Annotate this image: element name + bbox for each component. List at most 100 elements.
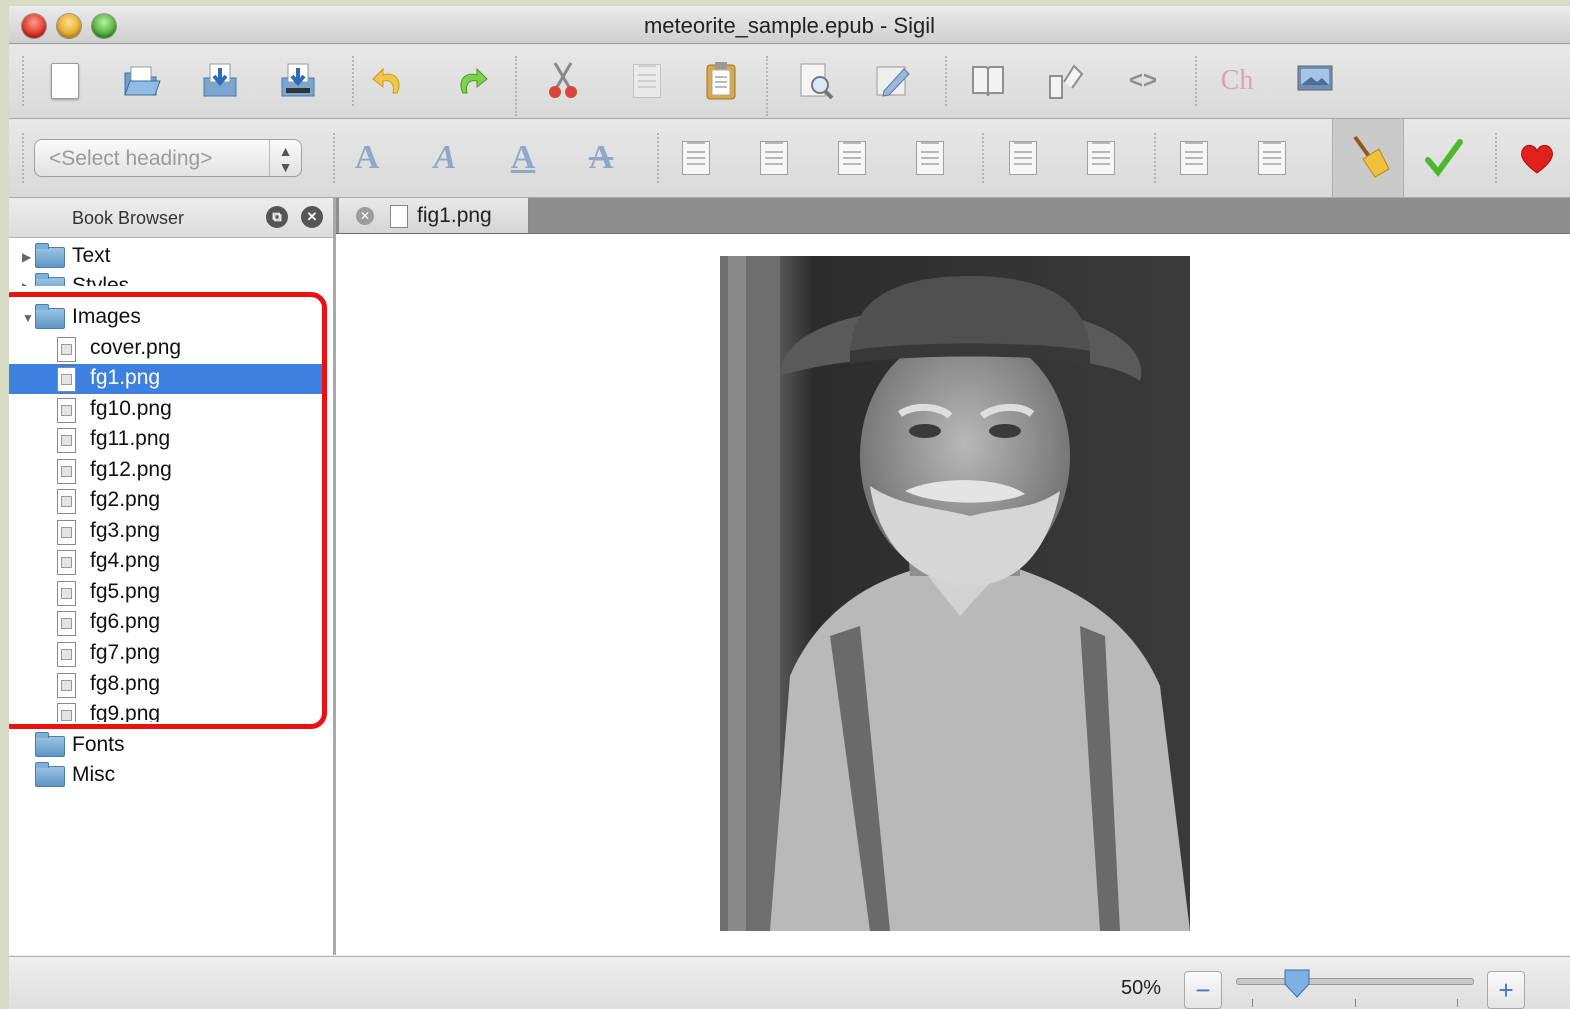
tree-file[interactable]: fg3.png: [9, 517, 325, 547]
cut-button[interactable]: [541, 59, 585, 103]
close-tab-icon[interactable]: ✕: [356, 207, 374, 225]
toolbar-separator: [333, 133, 335, 183]
file-label: fg12.png: [90, 458, 172, 481]
code-view-icon[interactable]: <>: [1121, 59, 1165, 103]
image-file-icon: [57, 703, 76, 722]
tree-folder-styles[interactable]: ▶ Styles: [9, 272, 325, 286]
tree-file[interactable]: fg4.png: [9, 547, 325, 577]
copy-button[interactable]: [625, 59, 669, 103]
tree-folder-images[interactable]: ▼ Images: [9, 303, 325, 333]
editor-tab-bar: ✕ fig1.png: [336, 198, 1570, 234]
find-replace-button[interactable]: [795, 59, 839, 103]
strikethrough-icon[interactable]: A: [579, 136, 623, 180]
tree-file[interactable]: fg2.png: [9, 486, 325, 516]
numbered-list-button[interactable]: [1079, 136, 1123, 180]
tree-file[interactable]: fg6.png: [9, 608, 325, 638]
float-panel-icon[interactable]: ⧉: [266, 206, 288, 228]
toolbar-separator: [352, 56, 354, 106]
file-label: cover.png: [90, 336, 182, 359]
tree-file[interactable]: fg10.png: [9, 395, 325, 425]
book-view-button[interactable]: [966, 59, 1010, 103]
tree-file[interactable]: fg9.png: [9, 700, 325, 722]
donate-button[interactable]: [1515, 136, 1559, 180]
spellcheck-icon[interactable]: Ch: [1215, 59, 1259, 103]
toolbar-separator: [982, 133, 984, 183]
bullet-list-icon: [1009, 141, 1037, 175]
toolbar-separator: [945, 56, 947, 106]
tree-file[interactable]: fg12.png: [9, 456, 325, 486]
tree-file[interactable]: fg8.png: [9, 670, 325, 700]
folder-label: Misc: [72, 763, 116, 786]
tree-file-selected[interactable]: fg1.png: [9, 364, 325, 394]
disclosure-open-icon: ▼: [22, 311, 34, 325]
toolbar-separator: [1495, 133, 1497, 183]
tree-folder-text[interactable]: ▶ Text: [9, 242, 325, 272]
copy-icon: [633, 64, 661, 98]
validate-button[interactable]: [1422, 136, 1466, 180]
zoom-slider-thumb[interactable]: [1284, 968, 1310, 998]
increase-indent-button[interactable]: [1250, 136, 1294, 180]
paste-button[interactable]: [699, 59, 743, 103]
heading-select[interactable]: <Select heading> ▲ ▼: [34, 139, 302, 177]
image-file-icon: [57, 459, 76, 484]
zoom-in-button[interactable]: +: [1487, 971, 1525, 1009]
decrease-indent-button[interactable]: [1172, 136, 1216, 180]
save-icon: [203, 63, 237, 97]
zoom-slider[interactable]: [1236, 978, 1474, 985]
file-label: fg10.png: [90, 397, 172, 420]
tree-folder-misc[interactable]: Misc: [9, 761, 325, 791]
justify-button[interactable]: [908, 136, 952, 180]
image-file-icon: [57, 489, 76, 514]
image-file-icon: [57, 428, 76, 453]
toolbar-separator: [657, 133, 659, 183]
insert-image-button[interactable]: [1293, 56, 1337, 100]
folder-icon: [35, 243, 65, 268]
tidy-clean-button[interactable]: [1332, 119, 1404, 197]
toolbar-separator: [22, 133, 24, 183]
book-icon: [972, 66, 1004, 97]
tab-fig1[interactable]: ✕ fig1.png: [339, 198, 529, 233]
save-as-button[interactable]: [276, 59, 320, 103]
scissors-icon: [549, 62, 577, 98]
disclosure-closed-icon: ▶: [22, 280, 31, 286]
image-file-icon: [57, 581, 76, 606]
redo-button[interactable]: [449, 59, 493, 103]
close-panel-icon[interactable]: ✕: [301, 206, 323, 228]
save-button[interactable]: [198, 59, 242, 103]
file-label: fg11.png: [90, 427, 171, 450]
file-label: fg2.png: [90, 488, 161, 511]
tree-file[interactable]: fg7.png: [9, 639, 325, 669]
align-right-button[interactable]: [830, 136, 874, 180]
tree-file[interactable]: fg5.png: [9, 578, 325, 608]
file-label: fg5.png: [90, 580, 161, 603]
align-center-button[interactable]: [752, 136, 796, 180]
split-view-icon: [1049, 64, 1084, 99]
image-icon: [1297, 65, 1333, 91]
italic-icon[interactable]: A: [423, 136, 467, 180]
open-button[interactable]: [120, 59, 164, 103]
zoom-out-button[interactable]: −: [1184, 971, 1222, 1009]
format-toolbar: <Select heading> ▲ ▼ A A A A: [9, 119, 1570, 198]
title-bar: meteorite_sample.epub - Sigil: [9, 6, 1570, 44]
tree-file[interactable]: cover.png: [9, 334, 325, 364]
status-bar: 50% − +: [9, 956, 1570, 1009]
toolbar-separator: [22, 56, 24, 106]
tree-folder-fonts[interactable]: Fonts: [9, 731, 325, 761]
tree-file[interactable]: fg11.png: [9, 425, 325, 455]
new-file-icon: [51, 63, 79, 99]
bullet-list-button[interactable]: [1001, 136, 1045, 180]
image-file-icon: [57, 673, 76, 698]
align-left-button[interactable]: [674, 136, 718, 180]
undo-button[interactable]: [367, 59, 411, 103]
slider-tick: [1457, 999, 1458, 1007]
split-view-button[interactable]: [1043, 59, 1087, 103]
meta-editor-button[interactable]: [871, 59, 915, 103]
underline-icon[interactable]: A: [501, 136, 545, 180]
new-file-button[interactable]: [43, 59, 87, 103]
folder-icon: [35, 762, 65, 787]
bold-icon[interactable]: A: [345, 136, 389, 180]
portrait-image: [720, 256, 1190, 931]
window-title: meteorite_sample.epub - Sigil: [643, 13, 936, 38]
heart-icon: [1521, 144, 1553, 174]
file-label: fg8.png: [90, 672, 161, 695]
